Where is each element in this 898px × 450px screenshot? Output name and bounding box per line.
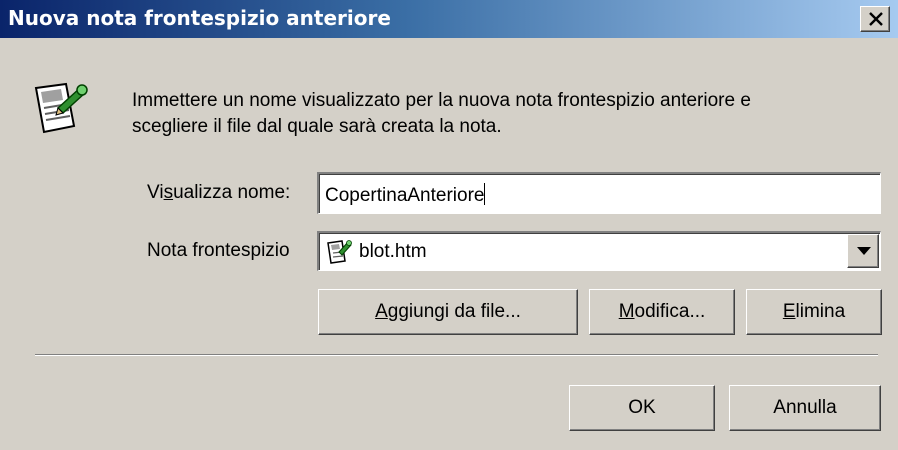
dialog-title: Nuova nota frontespizio anteriore bbox=[8, 6, 391, 30]
title-bar[interactable]: Nuova nota frontespizio anteriore bbox=[0, 0, 898, 38]
dialog-window: Nuova nota frontespizio anteriore Immett… bbox=[0, 0, 898, 450]
cover-note-label: Nota frontespizio bbox=[147, 240, 290, 261]
cancel-button[interactable]: Annulla bbox=[729, 385, 881, 431]
cover-note-selected: blot.htm bbox=[359, 241, 427, 262]
display-name-value: CopertinaAnteriore bbox=[325, 183, 486, 206]
separator-line bbox=[35, 354, 878, 356]
instructions-line-2: scegliere il file dal quale sarà creata … bbox=[132, 116, 502, 137]
text-caret bbox=[484, 183, 486, 205]
cover-page-icon bbox=[30, 78, 90, 147]
edit-button[interactable]: Modifica... bbox=[589, 289, 735, 335]
cover-page-file-icon bbox=[325, 238, 353, 271]
cover-note-dropdown-button[interactable] bbox=[847, 234, 879, 268]
close-icon bbox=[869, 12, 883, 26]
cover-note-select[interactable]: blot.htm bbox=[317, 231, 881, 271]
chevron-down-icon bbox=[857, 247, 871, 255]
delete-button[interactable]: Elimina bbox=[746, 289, 882, 335]
ok-button[interactable]: OK bbox=[569, 385, 715, 431]
close-button[interactable] bbox=[860, 6, 890, 32]
add-from-file-button[interactable]: Aggiungi da file... bbox=[318, 289, 578, 335]
instructions-text: Immettere un nome visualizzato per la nu… bbox=[132, 88, 872, 140]
instructions-line-1: Immettere un nome visualizzato per la nu… bbox=[132, 90, 751, 111]
display-name-input[interactable]: CopertinaAnteriore bbox=[317, 172, 881, 214]
display-name-label: Visualizza nome: bbox=[147, 182, 291, 203]
